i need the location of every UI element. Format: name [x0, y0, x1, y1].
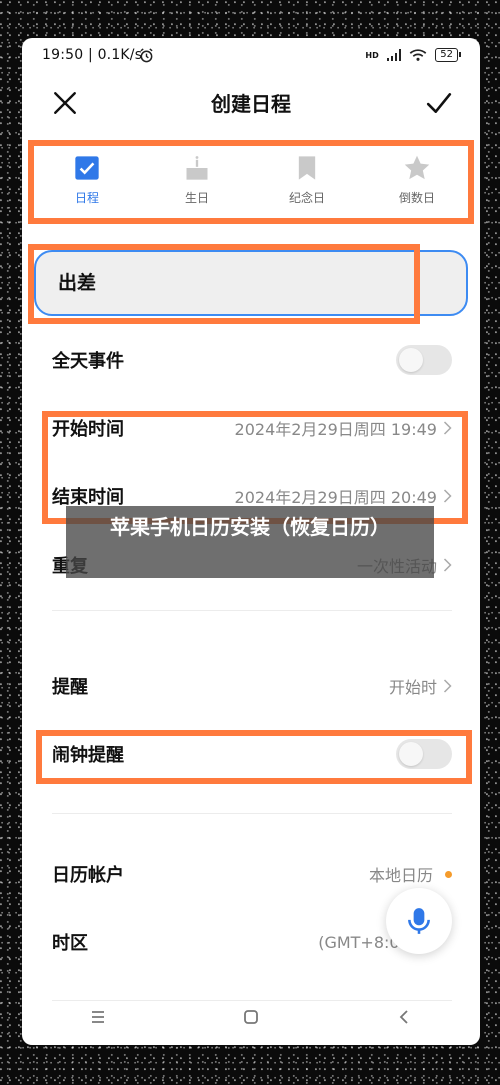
chevron-right-icon: [443, 558, 452, 572]
signal-icon: [386, 49, 402, 61]
header: 创建日程: [22, 78, 480, 128]
page-title: 创建日程: [211, 92, 291, 116]
hd-label: HD: [365, 50, 379, 60]
back-button[interactable]: [374, 997, 434, 1037]
repeat-value: 一次性活动: [356, 557, 437, 576]
menu-icon: [92, 1011, 105, 1023]
calendar-account-value: 本地日历: [368, 866, 433, 885]
start-time-value: 2024年2月29日周四 19:49: [234, 420, 437, 439]
calendar-account-label: 日历帐户: [52, 865, 124, 886]
home-icon: [244, 1010, 258, 1024]
status-time-speed: 19:50 | 0.1K/s: [42, 47, 143, 63]
repeat-row[interactable]: 重复 一次性活动: [52, 545, 452, 585]
all-day-row: 全天事件: [52, 340, 452, 380]
tab-birthday[interactable]: 生日: [142, 142, 252, 222]
end-time-label: 结束时间: [52, 487, 124, 508]
star-icon: [404, 155, 430, 180]
tab-schedule[interactable]: 日程: [32, 142, 142, 222]
voice-input-button[interactable]: [386, 888, 452, 954]
tab-countdown[interactable]: 倒数日: [362, 142, 472, 222]
alarm-reminder-row: 闹钟提醒: [52, 734, 452, 774]
event-title-input[interactable]: 出差: [34, 250, 468, 316]
chevron-right-icon: [443, 421, 452, 435]
repeat-label: 重复: [52, 556, 88, 577]
tab-label: 纪念日: [288, 191, 325, 205]
start-time-row[interactable]: 开始时间 2024年2月29日周四 19:49: [52, 408, 452, 448]
start-time-label: 开始时间: [52, 419, 124, 440]
alarm-reminder-toggle[interactable]: [396, 739, 452, 769]
event-type-tabs: 日程 生日 纪念日 倒数日: [32, 142, 472, 222]
tab-label: 倒数日: [398, 191, 435, 205]
alarm-reminder-label: 闹钟提醒: [52, 745, 124, 766]
status-bar: 19:50 | 0.1K/s HD 52: [22, 38, 480, 74]
tab-label: 生日: [184, 191, 209, 205]
alarm-icon: [140, 48, 153, 63]
chevron-right-icon: [443, 489, 452, 503]
bookmark-icon: [298, 156, 316, 180]
chevron-right-icon: [443, 679, 452, 693]
reminder-value: 开始时: [388, 678, 437, 697]
back-icon: [399, 1010, 408, 1024]
phone-screen: 19:50 | 0.1K/s HD 52 创建日程 日程 生日 纪念日 倒数日 …: [22, 38, 480, 1045]
reminder-row[interactable]: 提醒 开始时: [52, 666, 452, 706]
home-button[interactable]: [221, 997, 281, 1037]
menu-button[interactable]: [68, 997, 128, 1037]
tab-anniversary[interactable]: 纪念日: [252, 142, 362, 222]
all-day-label: 全天事件: [52, 351, 124, 372]
wifi-icon: [409, 49, 427, 61]
all-day-toggle[interactable]: [396, 345, 452, 375]
divider: [52, 813, 452, 814]
checkbox-icon: [75, 156, 99, 180]
cake-icon: [186, 156, 208, 180]
end-time-value: 2024年2月29日周四 20:49: [234, 488, 437, 507]
tab-label: 日程: [74, 191, 99, 205]
calendar-account-row[interactable]: 日历帐户 本地日历: [52, 854, 452, 894]
check-icon[interactable]: [426, 90, 452, 116]
account-color-dot: [445, 870, 452, 878]
microphone-icon: [408, 908, 430, 934]
status-icons: HD 52: [365, 48, 461, 62]
end-time-row[interactable]: 结束时间 2024年2月29日周四 20:49: [52, 476, 452, 516]
timezone-label: 时区: [52, 933, 88, 954]
battery-icon: 52: [435, 48, 461, 62]
reminder-label: 提醒: [52, 677, 88, 698]
system-nav-bar: [22, 989, 480, 1045]
divider: [52, 610, 452, 611]
